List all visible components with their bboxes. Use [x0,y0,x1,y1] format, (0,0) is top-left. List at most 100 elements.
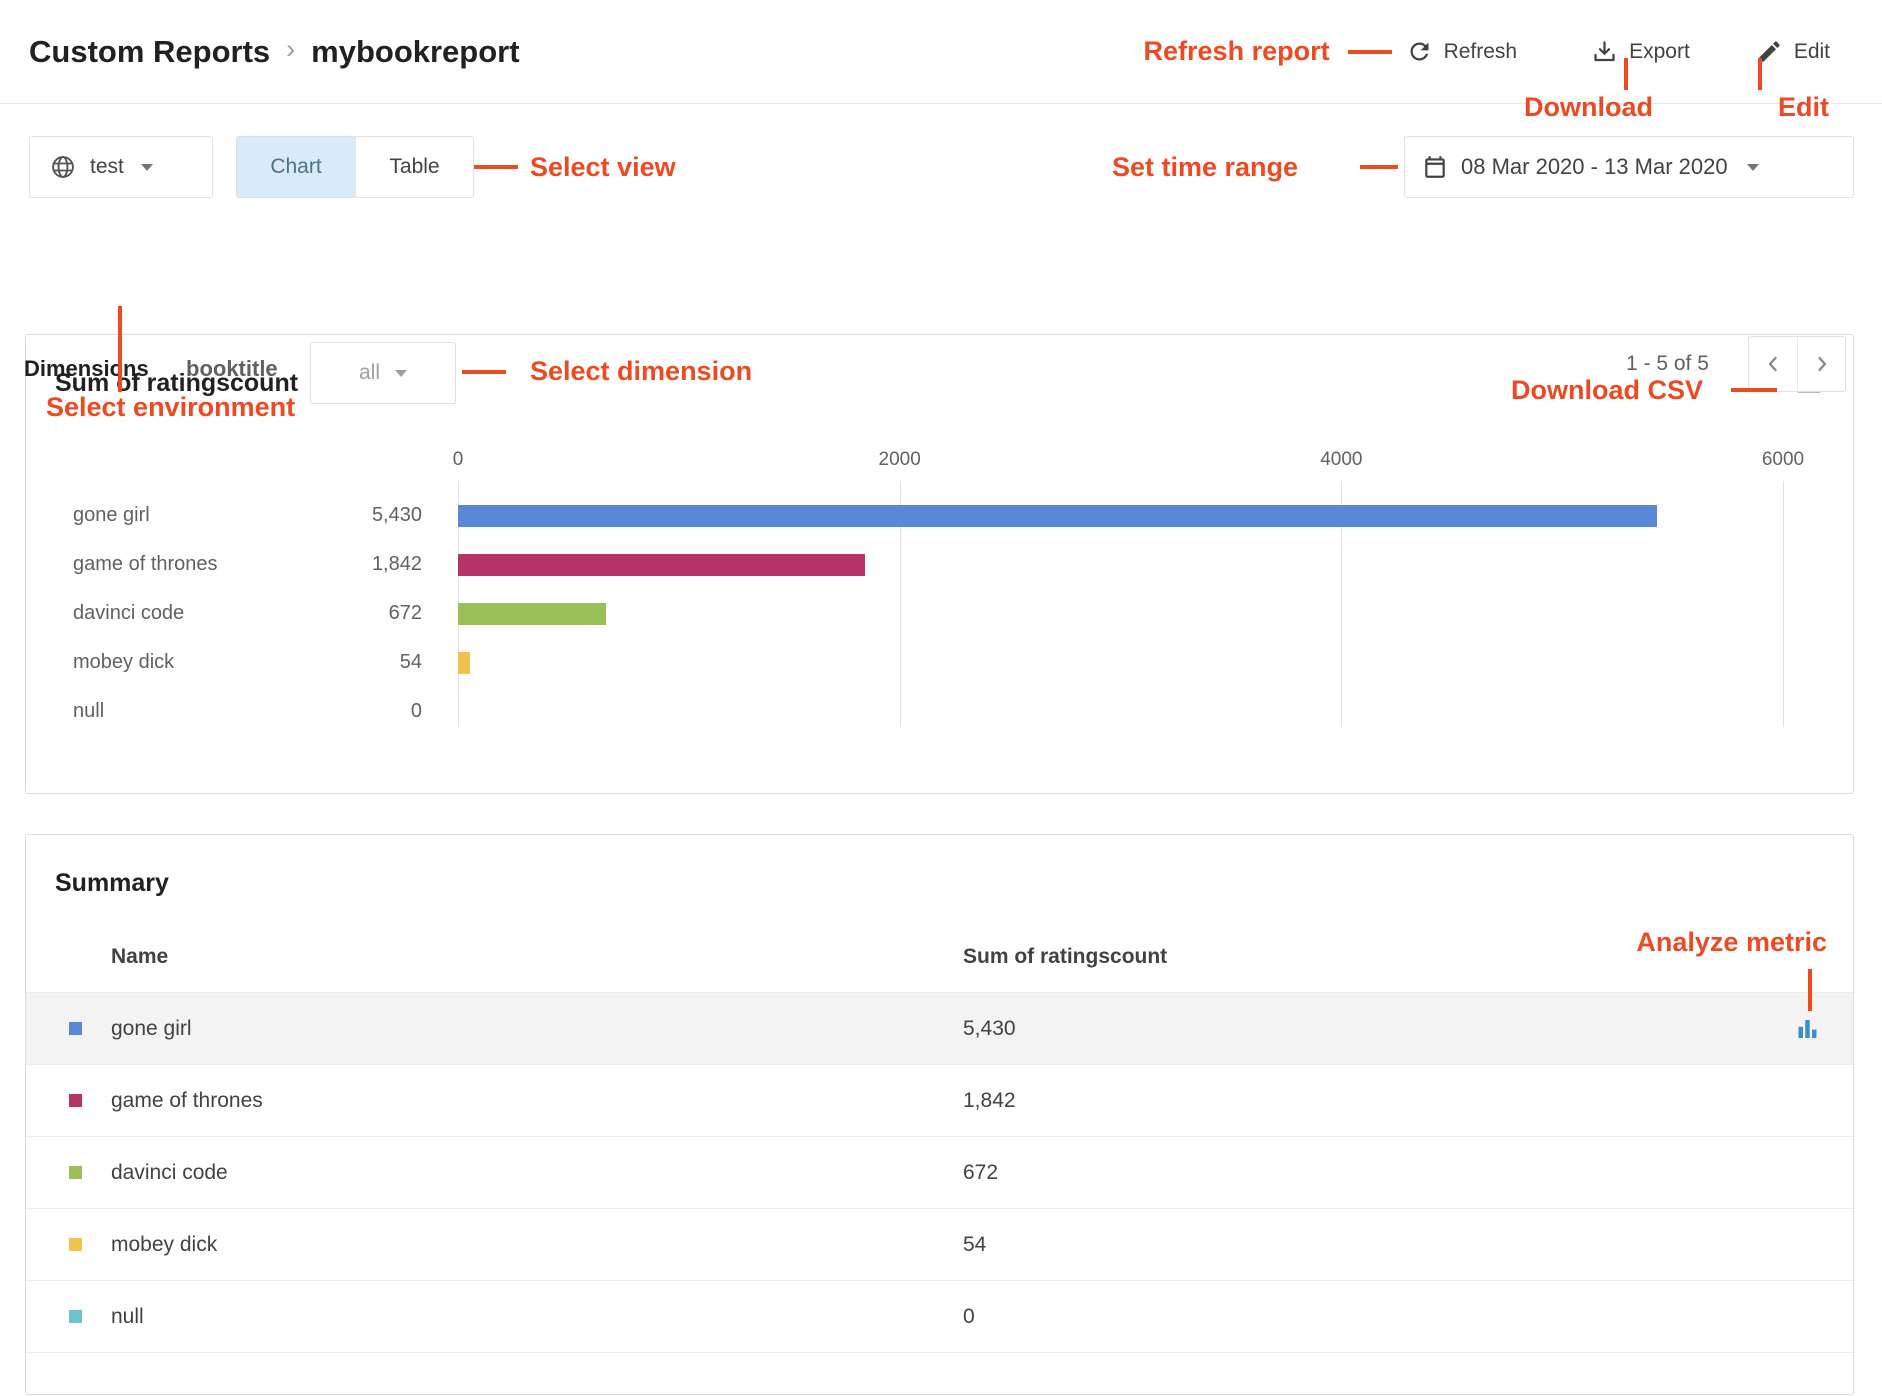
chart-category-label: gone girl [73,504,150,527]
header-actions: Refresh report Refresh Export Edit [1144,36,1830,67]
chart-category-label: davinci code [73,602,184,625]
table-row[interactable]: game of thrones1,842 [26,1064,1853,1136]
date-range-label: 08 Mar 2020 - 13 Mar 2020 [1461,154,1728,180]
axis-tick-label: 6000 [1762,449,1804,471]
annotation-set-time-range-line [1360,165,1398,169]
bar-track [458,701,1783,723]
export-label: Export [1629,40,1690,64]
chart-rows: gone girl 5,430 game of thrones1,842 davinc… [26,491,1783,736]
chart-row-labels: null0 [26,700,458,723]
annotation-select-environment-line [118,306,122,392]
chart-row-labels: game of thrones1,842 [26,553,458,576]
table-row[interactable]: mobey dick54 [26,1208,1853,1280]
chart-row: gone girl 5,430 [26,491,1783,540]
row-value: 0 [963,1305,975,1329]
chart-row-labels: davinci code 672 [26,602,458,625]
analyze-metric-icon[interactable] [1794,1015,1821,1042]
chart-row: davinci code 672 [26,589,1783,638]
pagination [1748,336,1846,392]
annotation-download: Download [1524,92,1653,123]
row-name: davinci code [111,1161,963,1185]
breadcrumb-current: mybookreport [311,34,519,70]
bar[interactable] [458,505,1657,527]
dimension-select[interactable]: all [310,342,456,404]
axis-tick-label: 0 [453,449,464,471]
chevron-left-icon [1761,352,1785,376]
annotation-download-csv-line [1731,388,1777,392]
column-header-value: Sum of ratingscount [963,945,1167,969]
row-name: null [111,1305,963,1329]
refresh-button[interactable]: Refresh [1406,38,1518,65]
pagination-next-button[interactable] [1797,337,1845,391]
series-color-swatch [69,1022,82,1035]
chart-value-label: 672 [389,602,422,625]
row-name: game of thrones [111,1089,963,1113]
annotation-refresh-report: Refresh report [1144,36,1330,67]
chart-category-label: null [73,700,104,723]
chart-row: mobey dick54 [26,638,1783,687]
tab-table[interactable]: Table [355,137,473,197]
axis-tick-label: 4000 [1320,449,1362,471]
annotation-analyze-metric-line [1808,969,1812,1011]
chevron-down-icon [141,164,153,171]
row-value: 1,842 [963,1089,1016,1113]
date-range-picker[interactable]: 08 Mar 2020 - 13 Mar 2020 [1404,136,1854,198]
edit-label: Edit [1794,40,1830,64]
chart-value-label: 5,430 [372,504,422,527]
export-button[interactable]: Export [1591,38,1690,65]
chart-row: game of thrones1,842 [26,540,1783,589]
summary-table: gone girl5,430game of thrones1,842davinc… [26,992,1853,1353]
bar-track [458,554,1783,576]
chart-row-labels: mobey dick54 [26,651,458,674]
series-color-swatch [69,1166,82,1179]
annotation-edit-line [1758,58,1762,90]
dimension-name: booktitle [186,356,278,382]
dimension-value: all [359,361,380,385]
series-color-swatch [69,1310,82,1323]
gridline [1783,481,1784,727]
view-toggle: Chart Table [236,136,474,198]
column-header-name: Name [111,945,168,969]
bar-track [458,603,1783,625]
breadcrumb: Custom Reports › mybookreport [29,34,520,70]
annotation-set-time-range: Set time range [1112,152,1298,183]
tab-chart[interactable]: Chart [237,137,355,197]
axis-tick-label: 2000 [879,449,921,471]
table-row[interactable]: davinci code672 [26,1136,1853,1208]
bar[interactable] [458,603,606,625]
chart-row: null0 [26,687,1783,736]
annotation-select-view: Select view [530,152,676,183]
table-row[interactable]: null0 [26,1280,1853,1352]
table-row[interactable]: gone girl5,430 [26,992,1853,1064]
chevron-down-icon [1747,164,1759,171]
series-color-swatch [69,1094,82,1107]
annotation-edit: Edit [1778,92,1829,123]
dimensions-label: Dimensions [24,356,149,382]
chart-row-labels: gone girl 5,430 [26,504,458,527]
summary-card: Summary Name Sum of ratingscount Analyze… [25,834,1854,1395]
row-value: 672 [963,1161,998,1185]
pagination-range: 1 - 5 of 5 [1626,352,1709,376]
annotation-download-csv: Download CSV [1511,375,1703,406]
pagination-prev-button[interactable] [1749,337,1797,391]
row-name: gone girl [111,1017,963,1041]
annotation-select-environment: Select environment [46,392,295,423]
series-color-swatch [69,1238,82,1251]
annotation-refresh-line [1348,50,1392,54]
row-value: 5,430 [963,1017,1016,1041]
chart-card: Sum of ratingscount Download CSV 0200040… [25,334,1854,794]
refresh-icon [1406,38,1433,65]
calendar-icon [1422,154,1448,180]
chart-value-label: 1,842 [372,553,422,576]
breadcrumb-separator-icon: › [286,34,295,65]
chevron-down-icon [395,370,407,377]
edit-button[interactable]: Edit [1756,38,1830,65]
breadcrumb-root[interactable]: Custom Reports [29,34,270,70]
bar[interactable] [458,554,865,576]
download-icon [1591,38,1618,65]
environment-selector[interactable]: test [29,136,213,198]
toolbar: test Chart Table Select view 08 Mar 2020… [0,104,1882,334]
bar[interactable] [458,652,470,674]
bar-track [458,505,1783,527]
annotation-select-dimension: Select dimension [530,356,752,387]
